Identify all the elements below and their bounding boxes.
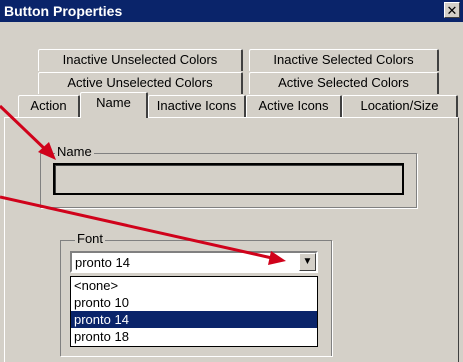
tab-inactive-icons[interactable]: Inactive Icons: [148, 95, 246, 117]
font-select[interactable]: pronto 14 ▼: [70, 251, 318, 273]
window-title: Button Properties: [4, 3, 123, 19]
tab-inactive-selected-colors[interactable]: Inactive Selected Colors: [249, 49, 439, 71]
name-group-label: Name: [55, 144, 94, 159]
chevron-down-icon[interactable]: ▼: [299, 253, 316, 271]
list-item-selected[interactable]: pronto 14: [71, 311, 317, 328]
list-item[interactable]: pronto 18: [71, 328, 317, 345]
list-item[interactable]: <none>: [71, 277, 317, 294]
tab-active-unselected-colors[interactable]: Active Unselected Colors: [38, 72, 243, 94]
font-dropdown-list: <none> pronto 10 pronto 14 pronto 18: [70, 276, 318, 347]
title-bar: Button Properties ✕: [0, 0, 463, 22]
tab-active-selected-colors[interactable]: Active Selected Colors: [249, 72, 439, 94]
name-field[interactable]: [53, 163, 404, 195]
tab-location-size[interactable]: Location/Size: [342, 95, 458, 117]
list-item[interactable]: pronto 10: [71, 294, 317, 311]
close-button[interactable]: ✕: [444, 2, 460, 18]
tab-name[interactable]: Name: [80, 92, 148, 118]
tab-inactive-unselected-colors[interactable]: Inactive Unselected Colors: [38, 49, 243, 71]
font-select-value: pronto 14: [75, 255, 130, 270]
tab-active-icons[interactable]: Active Icons: [246, 95, 342, 117]
tab-action[interactable]: Action: [18, 95, 80, 117]
font-group-label: Font: [75, 231, 106, 246]
